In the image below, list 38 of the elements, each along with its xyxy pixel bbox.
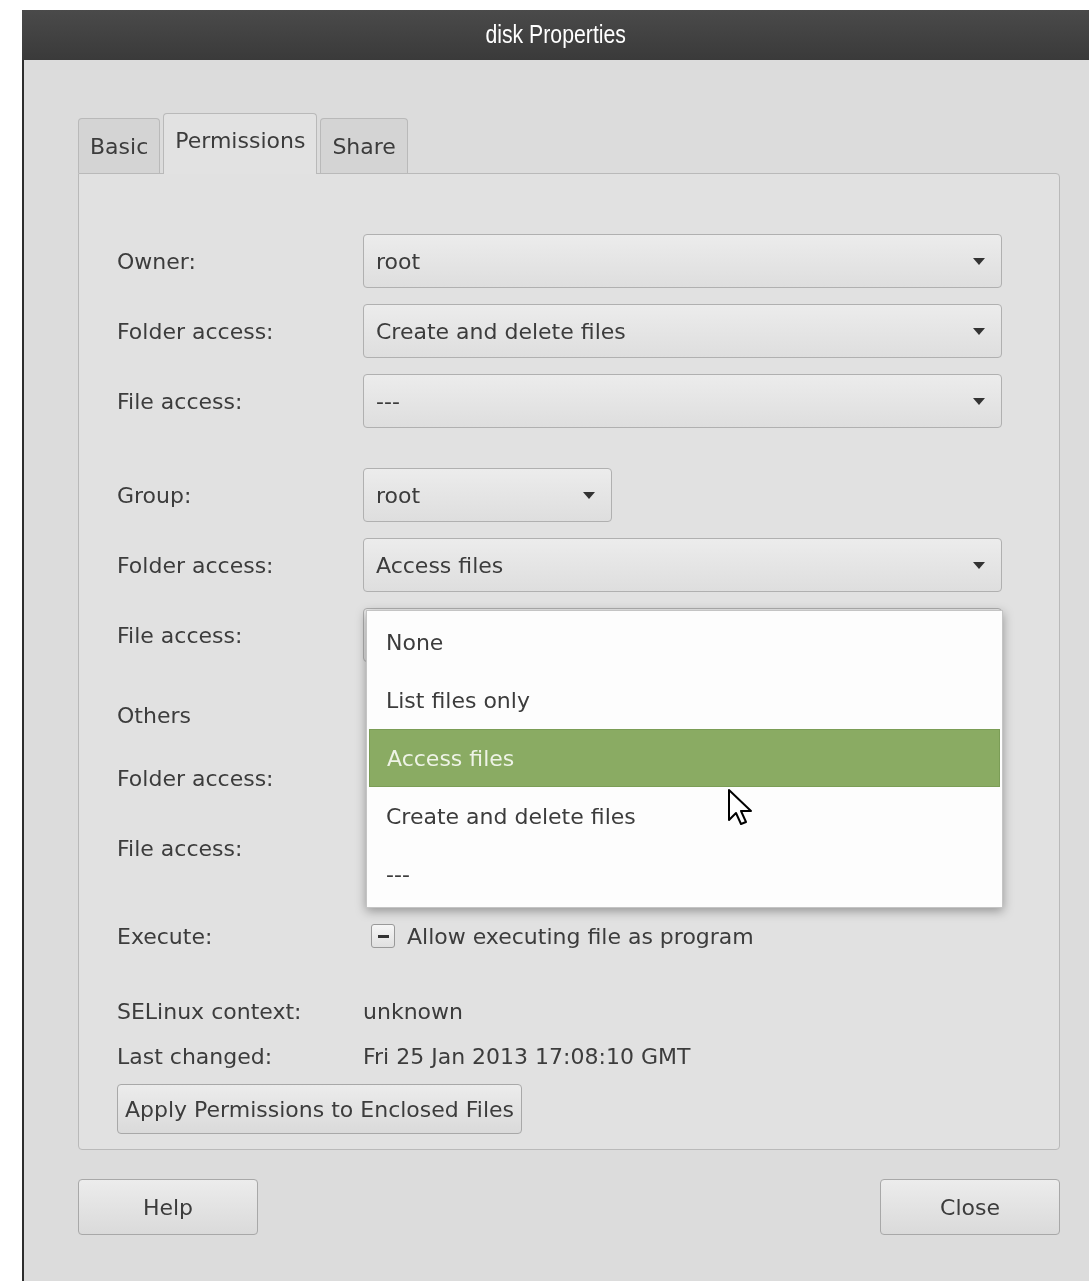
field-label: SELinux context:: [117, 997, 303, 1026]
menu-item[interactable]: Create and delete files: [369, 787, 1000, 845]
tab[interactable]: Share: [320, 118, 408, 173]
tab[interactable]: Basic: [78, 118, 161, 173]
caret-icon: [973, 397, 985, 405]
dropdown[interactable]: ---: [363, 374, 1002, 428]
help-button[interactable]: Help: [78, 1179, 258, 1235]
info-value: Fri 25 Jan 2013 17:08:10 GMT: [363, 1042, 691, 1071]
field-label: Execute:: [117, 922, 214, 951]
pointer-icon: [727, 788, 753, 826]
field-label: Group:: [117, 481, 193, 510]
caret-icon: [973, 257, 985, 265]
dropdown[interactable]: root: [363, 234, 1002, 288]
menu-item[interactable]: ---: [369, 845, 1000, 903]
info-value: unknown: [363, 997, 463, 1026]
caret-icon: [973, 327, 985, 335]
dropdown[interactable]: Access files: [363, 538, 1002, 592]
field-label: Folder access:: [117, 551, 275, 580]
field-label: Folder access:: [117, 317, 275, 346]
section-heading: Others: [117, 701, 192, 730]
window-title: disk Properties: [485, 19, 626, 51]
dropdown[interactable]: root: [363, 468, 612, 522]
field-label: Last changed:: [117, 1042, 274, 1071]
field-label: File access:: [117, 387, 244, 416]
field-label: File access:: [117, 621, 244, 650]
caret-icon: [583, 491, 595, 499]
menu-item[interactable]: List files only: [369, 671, 1000, 729]
checkbox[interactable]: [371, 924, 395, 948]
menu-item[interactable]: None: [369, 613, 1000, 671]
caret-icon: [973, 561, 985, 569]
field-label: File access:: [117, 834, 244, 863]
apply-button[interactable]: Apply Permissions to Enclosed Files: [117, 1084, 523, 1134]
tab[interactable]: Permissions: [163, 113, 318, 174]
dropdown[interactable]: Create and delete files: [363, 304, 1002, 358]
close-button[interactable]: Close: [880, 1179, 1060, 1235]
field-label: Owner:: [117, 247, 197, 276]
field-label: Folder access:: [117, 764, 275, 793]
checkbox-label: Allow executing file as program: [407, 922, 754, 951]
